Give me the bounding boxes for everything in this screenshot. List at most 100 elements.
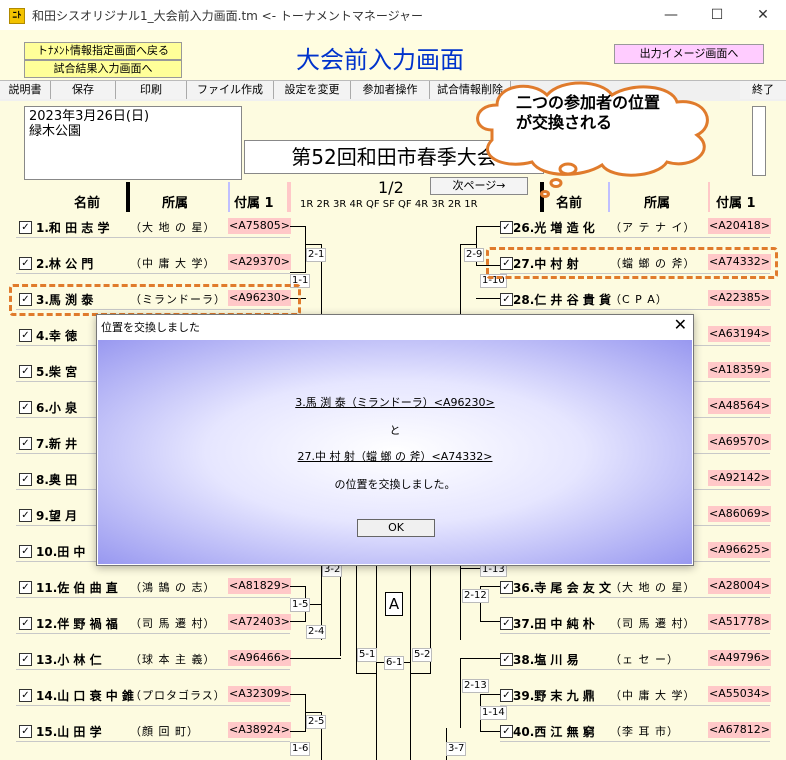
- player-name: 4.幸 徳: [36, 329, 78, 343]
- row-divider: [16, 633, 290, 634]
- ok-button[interactable]: OK: [357, 519, 435, 537]
- match-label[interactable]: 1-14: [480, 706, 507, 720]
- row-divider: [16, 741, 290, 742]
- player-name: 39.野 末 九 鼎: [513, 689, 595, 703]
- player-checkbox[interactable]: ✓: [19, 617, 32, 630]
- highlight-player-3: [9, 284, 301, 316]
- player-code: <A18359>: [708, 362, 771, 378]
- app-icon: ﾆﾄ: [9, 8, 25, 24]
- player-affiliation: （ェ セ ー）: [610, 653, 679, 666]
- info-textbox[interactable]: 2023年3月26日(日) 緑木公園: [24, 106, 242, 180]
- player-checkbox[interactable]: ✓: [19, 257, 32, 270]
- player-affiliation: （ア テ ナ イ）: [610, 221, 696, 234]
- player-name: 7.新 井: [36, 437, 78, 451]
- player-name: 38.塩 川 易: [513, 653, 579, 667]
- player-name: 36.寺 尾 会 友 文: [513, 581, 611, 595]
- player-name: 9.望 月: [36, 509, 78, 523]
- page-indicator: 1/2: [378, 178, 404, 197]
- match-label[interactable]: 3-7: [446, 742, 467, 756]
- window-titlebar: ﾆﾄ 和田シスオリジナル1_大会前入力画面.tm <- トーナメントマネージャー…: [0, 0, 786, 31]
- match-label[interactable]: 1-6: [290, 742, 311, 756]
- match-label[interactable]: 1-5: [290, 598, 311, 612]
- player-checkbox[interactable]: ✓: [500, 653, 513, 666]
- player-affiliation: （中 庸 大 学）: [130, 257, 216, 270]
- match-label[interactable]: 5-1: [357, 648, 378, 662]
- match-label[interactable]: 6-1: [384, 656, 405, 670]
- window-close-button[interactable]: ✕: [740, 0, 786, 30]
- player-code: <A29370>: [228, 254, 291, 270]
- player-checkbox[interactable]: ✓: [500, 581, 513, 594]
- match-label[interactable]: 2-1: [306, 248, 327, 262]
- player-name: 8.奥 田: [36, 473, 78, 487]
- row-divider: [500, 741, 770, 742]
- player-code: <A20418>: [708, 218, 771, 234]
- player-name: 2.林 公 門: [36, 257, 94, 271]
- player-checkbox[interactable]: ✓: [500, 221, 513, 234]
- player-affiliation: （李 耳 市）: [610, 725, 679, 738]
- match-label[interactable]: 2-13: [462, 679, 489, 693]
- player-checkbox[interactable]: ✓: [19, 473, 32, 486]
- player-checkbox[interactable]: ✓: [19, 653, 32, 666]
- output-image-button[interactable]: 出力イメージ画面へ: [614, 44, 764, 64]
- results-input-button[interactable]: 試合結果入力画面へ: [24, 60, 182, 78]
- player-checkbox[interactable]: ✓: [19, 725, 32, 738]
- player-checkbox[interactable]: ✓: [19, 365, 32, 378]
- minimize-button[interactable]: —: [648, 0, 694, 30]
- player-checkbox[interactable]: ✓: [19, 329, 32, 342]
- match-label[interactable]: 5-2: [412, 648, 433, 662]
- player-checkbox[interactable]: ✓: [500, 293, 513, 306]
- round-labels: 1R 2R 3R 4R QF SF QF 4R 3R 2R 1R: [300, 199, 478, 210]
- col-aff-left: 所属: [162, 196, 189, 211]
- player-name: 15.山 田 学: [36, 725, 102, 739]
- dialog-close-icon[interactable]: ✕: [674, 315, 687, 334]
- player-affiliation: （顔 回 町）: [130, 725, 199, 738]
- callout-text: 二つの参加者の位置 が交換される: [516, 93, 660, 133]
- player-name: 6.小 泉: [36, 401, 78, 415]
- create-file-button[interactable]: ファイル作成: [187, 81, 274, 99]
- dialog-player2: 27.中 村 射（蟷 螂 の 斧）<A74332>: [297, 450, 493, 463]
- row-divider: [500, 633, 770, 634]
- manual-button[interactable]: 説明書: [0, 81, 51, 99]
- participant-ops-button[interactable]: 参加者操作: [351, 81, 430, 99]
- window-title: 和田シスオリジナル1_大会前入力画面.tm <- トーナメントマネージャー: [32, 9, 424, 23]
- player-affiliation: （鴻 鵠 の 志）: [130, 581, 216, 594]
- player-checkbox[interactable]: ✓: [500, 617, 513, 630]
- player-checkbox[interactable]: ✓: [19, 581, 32, 594]
- match-label[interactable]: 2-9: [464, 248, 485, 262]
- player-affiliation: （司 馬 遷 村）: [610, 617, 696, 630]
- player-code: <A55034>: [708, 686, 771, 702]
- match-label[interactable]: 2-12: [462, 589, 489, 603]
- row-divider: [16, 273, 290, 274]
- match-label[interactable]: 2-5: [306, 715, 327, 729]
- player-checkbox[interactable]: ✓: [19, 437, 32, 450]
- highlight-player-27: [486, 247, 778, 279]
- change-settings-button[interactable]: 設定を変更: [274, 81, 351, 99]
- maximize-button[interactable]: ☐: [694, 0, 740, 30]
- player-code: <A67812>: [708, 722, 771, 738]
- header-divider: [287, 182, 291, 212]
- player-checkbox[interactable]: ✓: [19, 401, 32, 414]
- player-checkbox[interactable]: ✓: [19, 545, 32, 558]
- player-checkbox[interactable]: ✓: [19, 509, 32, 522]
- print-button[interactable]: 印刷: [116, 81, 187, 99]
- col-code-left: 付属 1: [234, 196, 274, 211]
- player-checkbox[interactable]: ✓: [19, 689, 32, 702]
- player-code: <A96466>: [228, 650, 291, 666]
- player-code: <A51778>: [708, 614, 771, 630]
- back-to-info-button[interactable]: トﾅﾒﾝﾄ情報指定画面へ戻る: [24, 42, 182, 60]
- screen-title: 大会前入力画面: [296, 46, 464, 74]
- row-divider: [16, 597, 290, 598]
- player-code: <A92142>: [708, 470, 771, 486]
- player-code: <A49796>: [708, 650, 771, 666]
- player-checkbox[interactable]: ✓: [19, 221, 32, 234]
- player-checkbox[interactable]: ✓: [500, 689, 513, 702]
- save-button[interactable]: 保存: [51, 81, 116, 99]
- player-name: 37.田 中 純 朴: [513, 617, 595, 631]
- dialog-player1: 3.馬 渕 泰（ミランドーラ）<A96230>: [295, 396, 495, 409]
- player-code: <A48564>: [708, 398, 771, 414]
- player-checkbox[interactable]: ✓: [500, 725, 513, 738]
- player-code: <A28004>: [708, 578, 771, 594]
- match-label[interactable]: 2-4: [306, 625, 327, 639]
- player-name: 13.小 林 仁: [36, 653, 102, 667]
- dialog-title: 位置を交換しました: [101, 321, 200, 334]
